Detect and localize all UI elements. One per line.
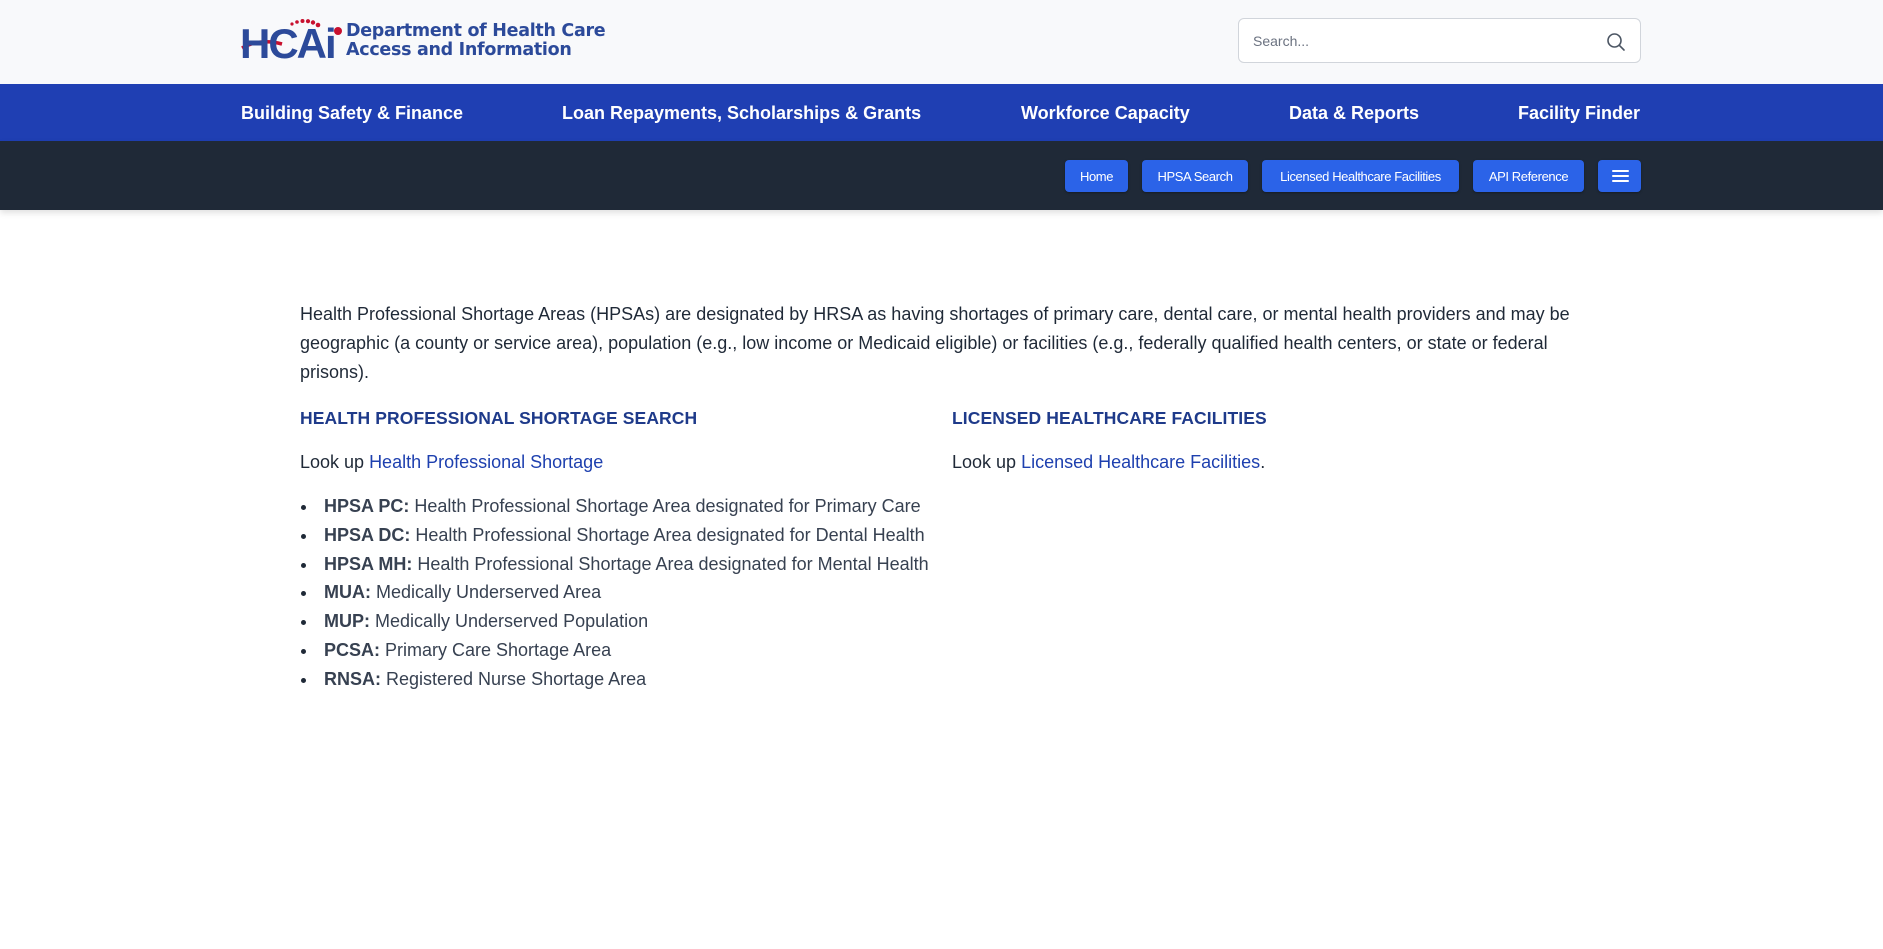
- def-desc: Registered Nurse Shortage Area: [381, 668, 647, 689]
- def-term: RNSA:: [324, 668, 381, 689]
- search-box: [1238, 18, 1641, 63]
- def-desc: Primary Care Shortage Area: [380, 639, 612, 660]
- logo-text: Department of Health Care Access and Inf…: [346, 21, 606, 60]
- intro-paragraph: Health Professional Shortage Areas (HPSA…: [300, 304, 1570, 382]
- def-desc: Health Professional Shortage Area design…: [410, 524, 925, 545]
- nav-data-reports[interactable]: Data & Reports: [1289, 103, 1419, 124]
- def-term: MUP:: [324, 611, 370, 632]
- def-desc: Health Professional Shortage Area design…: [409, 496, 921, 516]
- licensed-healthcare-facilities-button[interactable]: Licensed Healthcare Facilities: [1262, 160, 1459, 192]
- def-term: HPSA PC:: [324, 496, 410, 516]
- logo-line-2: Access and Information: [346, 40, 572, 60]
- nav-loan-repayments[interactable]: Loan Repayments, Scholarships & Grants: [562, 103, 921, 124]
- nav-workforce-capacity[interactable]: Workforce Capacity: [1021, 103, 1190, 124]
- def-desc: Medically Underserved Area: [371, 582, 602, 603]
- hamburger-menu-icon[interactable]: [1598, 160, 1641, 192]
- hpsa-section-title: HEALTH PROFESSIONAL SHORTAGE SEARCH: [300, 408, 698, 428]
- list-item: PCSA: Primary Care Shortage Area: [300, 636, 940, 665]
- hcai-logo[interactable]: HCAi Department of Health Care Access an…: [240, 18, 606, 67]
- hpsa-section: HEALTH PROFESSIONAL SHORTAGE SEARCH Look…: [300, 408, 940, 694]
- def-term: MUA:: [324, 582, 371, 603]
- api-reference-button[interactable]: API Reference: [1473, 160, 1584, 192]
- list-item: HPSA DC: Health Professional Shortage Ar…: [300, 521, 940, 550]
- secondary-nav: Home HPSA Search Licensed Healthcare Fac…: [0, 141, 1883, 210]
- list-item: MUP: Medically Underserved Population: [300, 607, 940, 636]
- top-header: HCAi Department of Health Care Access an…: [0, 0, 1883, 84]
- logo-mark: HCAi: [240, 18, 342, 67]
- facilities-lookup-suffix: .: [1260, 452, 1266, 472]
- def-desc: Health Professional Shortage Area design…: [412, 553, 929, 574]
- search-icon[interactable]: [1606, 32, 1626, 52]
- hpsa-lookup-prefix: Look up: [300, 452, 370, 472]
- home-button[interactable]: Home: [1065, 160, 1128, 192]
- list-item: HPSA MH: Health Professional Shortage Ar…: [300, 550, 940, 579]
- facilities-section-title: LICENSED HEALTHCARE FACILITIES: [952, 408, 1267, 428]
- hpsa-search-button[interactable]: HPSA Search: [1142, 160, 1248, 192]
- nav-facility-finder[interactable]: Facility Finder: [1518, 103, 1640, 124]
- facilities-lookup-prefix: Look up: [952, 452, 1022, 472]
- logo-line-1: Department of Health Care: [346, 21, 606, 41]
- nav-building-safety-finance[interactable]: Building Safety & Finance: [241, 103, 463, 124]
- def-term: PCSA:: [324, 639, 381, 660]
- facilities-lookup-text: Look up Licensed Healthcare Facilities.: [952, 450, 1592, 474]
- hpsa-lookup-link[interactable]: Health Professional Shortage: [369, 452, 603, 472]
- list-item: HPSA PC: Health Professional Shortage Ar…: [300, 492, 940, 521]
- def-term: HPSA MH:: [324, 553, 413, 574]
- facilities-lookup-link[interactable]: Licensed Healthcare Facilities: [1021, 452, 1260, 472]
- primary-nav: Building Safety & Finance Loan Repayment…: [0, 84, 1883, 141]
- def-desc: Medically Underserved Population: [370, 611, 649, 632]
- list-item: MUA: Medically Underserved Area: [300, 578, 940, 607]
- search-input[interactable]: [1253, 31, 1593, 51]
- facilities-section: LICENSED HEALTHCARE FACILITIES Look up L…: [952, 408, 1592, 474]
- hpsa-lookup-text: Look up Health Professional Shortage: [300, 450, 940, 474]
- list-item: RNSA: Registered Nurse Shortage Area: [300, 665, 940, 694]
- definitions-list: HPSA PC: Health Professional Shortage Ar…: [300, 492, 940, 694]
- main-content: Health Professional Shortage Areas (HPSA…: [300, 300, 1600, 689]
- def-term: HPSA DC:: [324, 524, 411, 545]
- logo-letters: HCAi: [240, 20, 337, 67]
